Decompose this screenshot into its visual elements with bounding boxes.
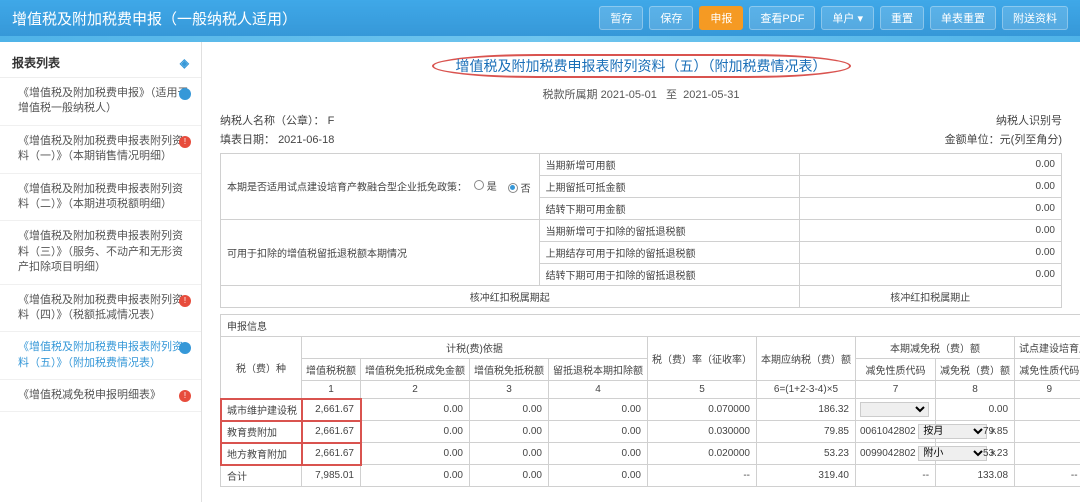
reduce-code-select[interactable] (860, 402, 929, 417)
badge-icon (179, 88, 191, 100)
table-row: 地方教育附加2,661.670.000.000.000.02000053.230… (221, 443, 1080, 465)
sidebar-item-0[interactable]: 《增值税及附加税费申报》（适用于增值税一般纳税人） (0, 78, 201, 126)
table-row: 教育费附加2,661.670.000.000.000.03000079.8500… (221, 421, 1080, 443)
summary-table: 本期是否适用试点建设培育产教融合型企业抵免政策： 是 否 当期新增可用额0.00… (220, 153, 1062, 308)
sidebar-item-3[interactable]: 《增值税及附加税费申报表附列资料（三）》（服务、不动产和无形资产扣除项目明细） (0, 221, 201, 284)
badge-icon: ! (179, 390, 191, 402)
btn-reset[interactable]: 重置 (880, 6, 924, 30)
btn-stash[interactable]: 暂存 (599, 6, 643, 30)
btn-save[interactable]: 保存 (649, 6, 693, 30)
btn-viewpdf[interactable]: 查看PDF (749, 6, 815, 30)
badge-icon: ! (179, 136, 191, 148)
period: 税款所属期 2021-05-01 至 2021-05-31 (220, 86, 1062, 102)
btn-attach[interactable]: 附送资料 (1002, 6, 1068, 30)
top-bar: 增值税及附加税费申报（一般纳税人适用） 暂存 保存 申报 查看PDF 单户 ▾ … (0, 0, 1080, 36)
sidebar-title: 报表列表 ◈ (0, 48, 201, 78)
sidebar-item-5[interactable]: 《增值税及附加税费申报表附列资料（五）》（附加税费情况表） (0, 332, 201, 380)
form-title: 增值税及附加税费申报表附列资料（五）（附加税费情况表） (220, 56, 1062, 76)
detail-table: 申报信息 税（费）种 计税(费)依据 税（费）率（征收率） 本期应纳税（费）额 … (220, 314, 1080, 487)
badge-icon (179, 342, 191, 354)
wifi-icon: ◈ (180, 56, 189, 70)
sidebar-item-1[interactable]: 《增值税及附加税费申报表附列资料（一）》（本期销售情况明细）! (0, 126, 201, 174)
sidebar-item-2[interactable]: 《增值税及附加税费申报表附列资料（二）》（本期进项税额明细） (0, 174, 201, 222)
sidebar-item-4[interactable]: 《增值税及附加税费申报表附列资料（四）》（税额抵减情况表）! (0, 285, 201, 333)
btn-single[interactable]: 单户 ▾ (821, 6, 874, 30)
btn-submit[interactable]: 申报 (699, 6, 743, 30)
page-title: 增值税及附加税费申报（一般纳税人适用） (12, 8, 593, 29)
sidebar-item-6[interactable]: 《增值税减免税申报明细表》! (0, 380, 201, 412)
content: 增值税及附加税费申报表附列资料（五）（附加税费情况表） 税款所属期 2021-0… (202, 42, 1080, 502)
btn-single-reset[interactable]: 单表重置 (930, 6, 996, 30)
radio-yes[interactable]: 是 (474, 178, 497, 193)
badge-icon: ! (179, 295, 191, 307)
reduce-code-select[interactable]: 附小 (918, 446, 987, 461)
total-row: 合计7,985.010.000.000.00--319.40--133.08--… (221, 465, 1080, 487)
reduce-code-select[interactable]: 按月 (918, 424, 987, 439)
radio-no[interactable]: 否 (508, 180, 531, 195)
sidebar: 报表列表 ◈ 《增值税及附加税费申报》（适用于增值税一般纳税人）《增值税及附加税… (0, 42, 202, 502)
table-row: 城市维护建设税2,661.670.000.000.000.070000186.3… (221, 399, 1080, 421)
